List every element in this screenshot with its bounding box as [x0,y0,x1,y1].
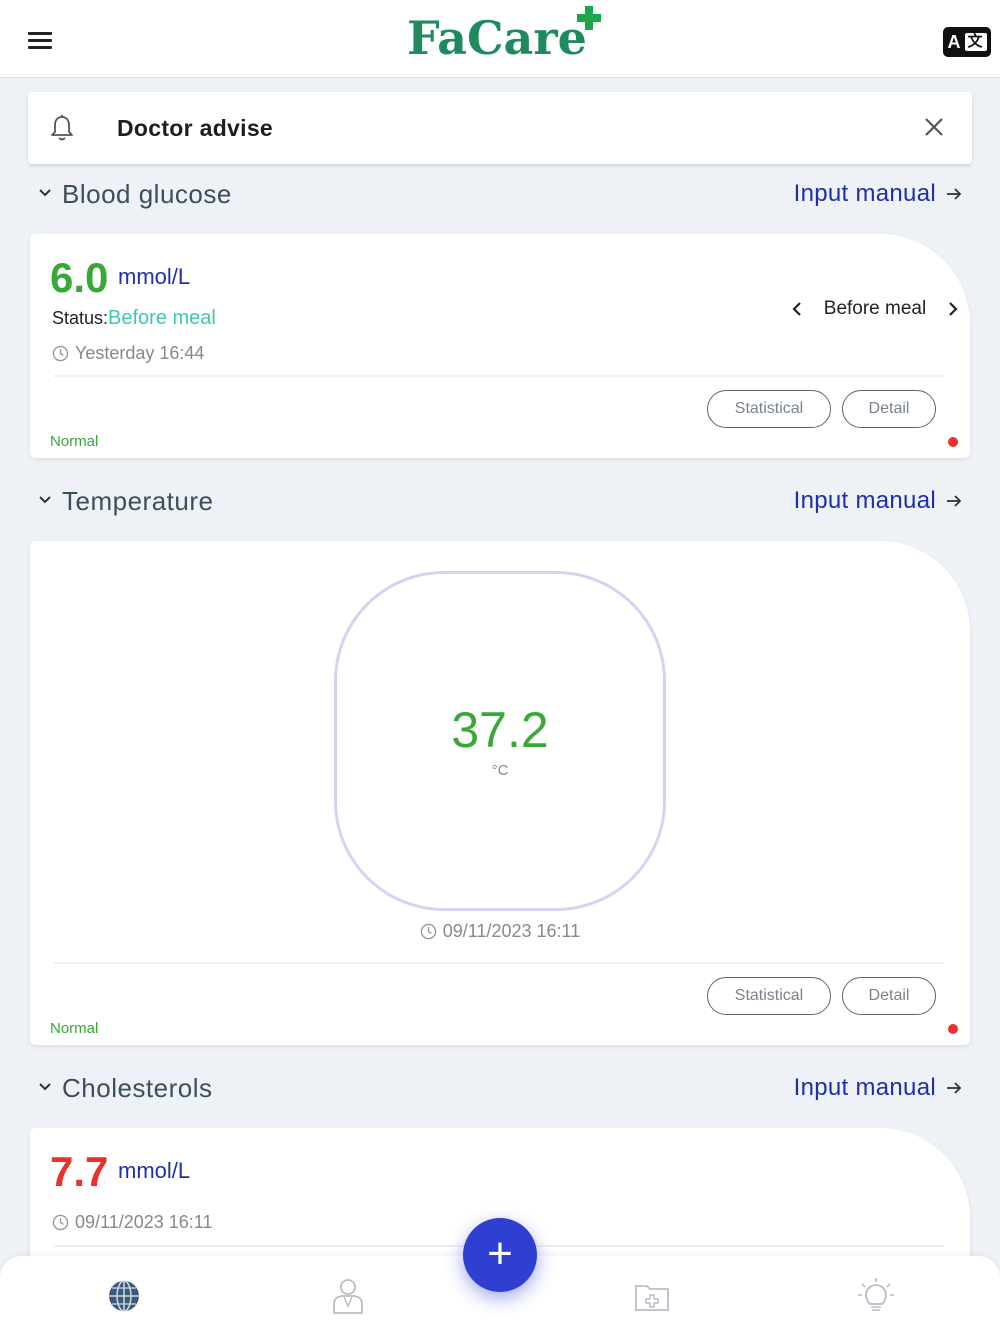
section-title: Cholesterols [62,1073,213,1103]
doctor-advise-title: Doctor advise [117,115,274,141]
glucose-time: Yesterday 16:44 [52,341,204,365]
doctor-icon[interactable] [328,1276,368,1316]
cholesterol-unit: mmol/L [118,1158,191,1183]
hamburger-menu-icon[interactable] [28,32,52,50]
statistical-button[interactable]: Statistical [707,977,831,1015]
temperature-unit: °C [491,762,509,779]
divider [54,375,944,377]
detail-button[interactable]: Detail [842,977,936,1015]
input-manual-link[interactable]: Input manual [794,485,962,517]
blood-glucose-section-header: Blood glucose Input manual [0,174,1000,214]
status-dot [948,437,958,447]
clock-icon [52,1214,69,1230]
arrow-right-icon [947,495,962,507]
glucose-unit: mmol/L [118,264,191,289]
logo-cross-icon [577,6,601,30]
chevron-down-icon[interactable] [38,1080,52,1094]
blood-glucose-card: 6.0 mmol/L Status:Before meal Yesterday … [30,234,970,458]
section-title: Blood glucose [62,179,232,209]
temperature-card: 37.2 °C 09/11/2023 16:11 Statistical Det… [30,541,970,1045]
lightbulb-icon[interactable] [856,1276,896,1316]
section-title: Temperature [62,486,214,516]
level-label: Normal [50,1020,99,1037]
level-label: Normal [50,433,99,450]
input-manual-link[interactable]: Input manual [794,1072,962,1104]
cholesterol-time: 09/11/2023 16:11 [52,1210,212,1234]
temperature-value: 37.2 [451,702,549,758]
status-value: Before meal [108,307,216,329]
bell-icon [51,115,73,141]
globe-icon[interactable] [104,1276,144,1316]
detail-button[interactable]: Detail [842,390,936,428]
chevron-down-icon[interactable] [38,493,52,507]
glucose-value: 6.0 [50,254,109,301]
close-icon[interactable] [923,116,945,138]
add-button[interactable]: + [463,1218,537,1292]
meal-selector: Before meal [790,296,960,322]
chevron-left-icon[interactable] [790,301,804,317]
glucose-status: Status:Before meal [52,307,216,329]
divider [54,962,944,964]
cholesterol-section-header: Cholesterols Input manual [0,1068,1000,1108]
meal-selector-label: Before meal [823,298,927,319]
statistical-button[interactable]: Statistical [707,390,831,428]
arrow-right-icon [947,1082,962,1094]
cholesterol-value: 7.7 [50,1148,109,1195]
clock-icon [420,923,437,940]
clock-icon [52,345,69,361]
arrow-right-icon [947,188,962,200]
language-switch-icon[interactable]: A文 [943,27,991,57]
temperature-section-header: Temperature Input manual [0,481,1000,521]
chevron-right-icon[interactable] [946,301,960,317]
status-dot [948,1024,958,1034]
chevron-down-icon[interactable] [38,186,52,200]
input-manual-link[interactable]: Input manual [794,178,962,210]
app-header: FaCare A文 [0,0,1000,78]
temperature-time: 09/11/2023 16:11 [30,921,970,942]
medical-folder-icon[interactable] [632,1276,672,1316]
temperature-gauge: 37.2 °C [334,571,666,911]
app-logo: FaCare [407,11,587,65]
